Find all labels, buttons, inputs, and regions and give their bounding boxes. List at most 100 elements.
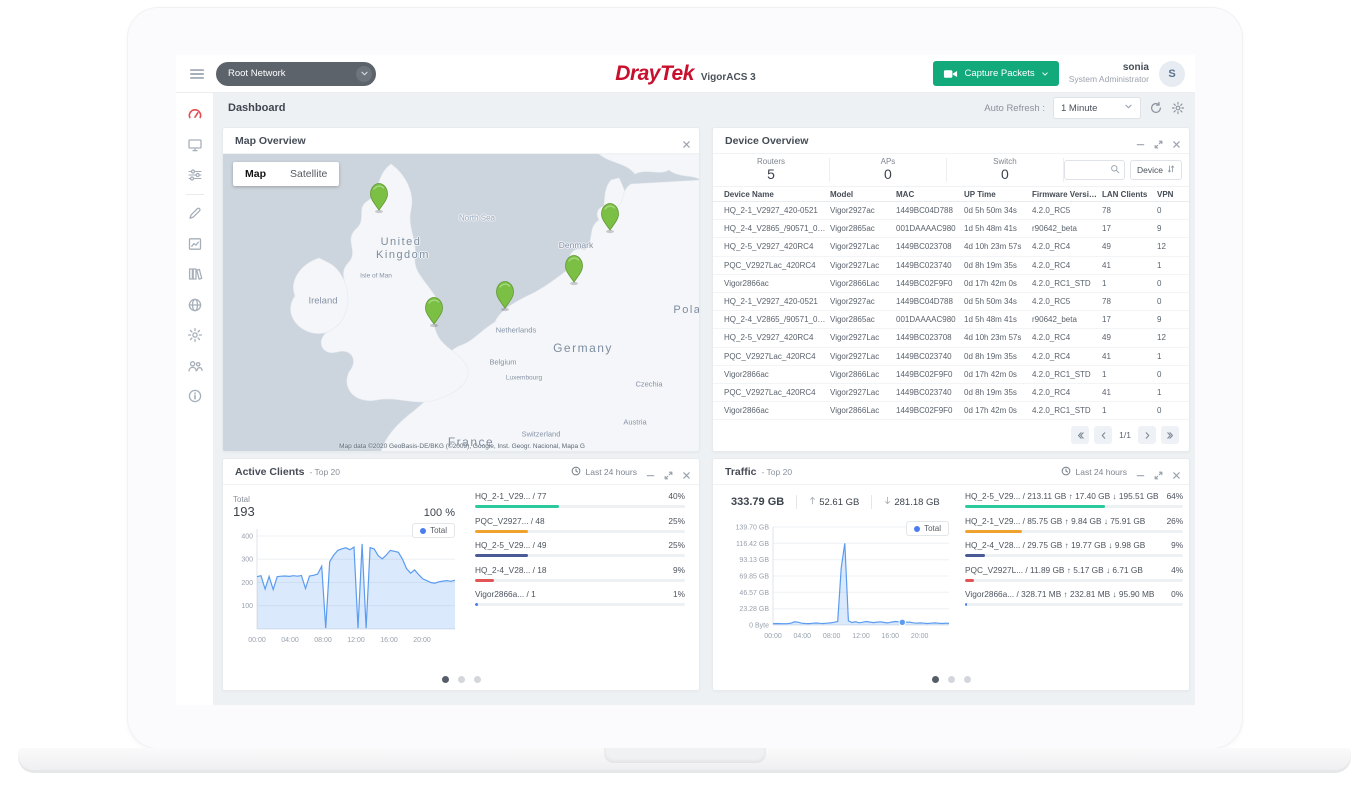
table-cell: 4.2.0_RC4 bbox=[1032, 333, 1102, 342]
arrow-up-icon bbox=[809, 496, 816, 508]
close-icon[interactable] bbox=[1172, 467, 1181, 476]
table-row[interactable]: Vigor2866acVigor2866Lac1449BC02F9F00d 17… bbox=[713, 402, 1189, 420]
device-filter-button[interactable]: Device bbox=[1130, 160, 1182, 180]
traffic-total: 333.79 GB bbox=[729, 496, 796, 508]
table-cell: 0 bbox=[1157, 406, 1190, 415]
device-search-input[interactable] bbox=[1064, 160, 1125, 180]
table-row[interactable]: HQ_2-5_V2927_420RC4Vigor2927Lac1449BC023… bbox=[713, 238, 1189, 256]
toplist-item[interactable]: Vigor2866a... / 1 1% bbox=[475, 589, 685, 606]
prev-page-button[interactable] bbox=[1094, 426, 1112, 444]
table-row[interactable]: Vigor2866acVigor2866Lac1449BC02F9F00d 17… bbox=[713, 275, 1189, 293]
legend-dot bbox=[914, 526, 920, 532]
toplist-percent: 25% bbox=[668, 516, 685, 526]
chart-legend[interactable]: Total bbox=[906, 521, 949, 536]
table-row[interactable]: HQ_2-4_V2865_/90571_0520Vigor2865ac001DA… bbox=[713, 220, 1189, 238]
map-place-label: Czechia bbox=[635, 380, 662, 389]
svg-text:20:00: 20:00 bbox=[911, 633, 929, 640]
auto-refresh-select[interactable]: 1 Minute bbox=[1053, 97, 1141, 119]
table-row[interactable]: PQC_V2927Lac_420RC4Vigor2927Lac1449BC023… bbox=[713, 348, 1189, 366]
column-header[interactable]: Firmware Version bbox=[1032, 190, 1102, 199]
close-icon[interactable] bbox=[682, 467, 691, 476]
minimize-icon[interactable] bbox=[1136, 467, 1145, 476]
table-row[interactable]: HQ_2-4_V2865_/90571_0520Vigor2865ac001DA… bbox=[713, 311, 1189, 329]
expand-icon[interactable] bbox=[1154, 467, 1163, 476]
sidebar-item-network-monitor-icon[interactable] bbox=[187, 137, 203, 153]
column-header[interactable]: MAC bbox=[896, 190, 964, 199]
column-header[interactable]: UP Time bbox=[964, 190, 1032, 199]
toplist-item[interactable]: HQ_2-1_V29... / 85.75 GB ↑ 9.84 GB ↓ 75.… bbox=[965, 516, 1183, 533]
svg-text:23.28 GB: 23.28 GB bbox=[739, 606, 769, 613]
chart-legend[interactable]: Total bbox=[412, 523, 455, 538]
column-header[interactable]: Device Name bbox=[724, 190, 830, 199]
carousel-dot[interactable] bbox=[458, 676, 465, 683]
expand-icon[interactable] bbox=[664, 467, 673, 476]
toplist-item[interactable]: HQ_2-4_V28... / 29.75 GB ↑ 19.77 GB ↓ 9.… bbox=[965, 540, 1183, 557]
expand-icon[interactable] bbox=[1154, 136, 1163, 145]
laptop-notch bbox=[604, 748, 766, 763]
tab-map[interactable]: Map bbox=[233, 162, 278, 186]
table-cell: 1 bbox=[1102, 370, 1157, 379]
sidebar-item-maintenance-wrench-icon[interactable] bbox=[187, 205, 203, 221]
first-page-button[interactable] bbox=[1071, 426, 1089, 444]
search-field[interactable] bbox=[1069, 165, 1110, 176]
toplist-item[interactable]: HQ_2-4_V28... / 18 9% bbox=[475, 565, 685, 582]
table-row[interactable]: PQC_V2927Lac_420RC4Vigor2927Lac1449BC023… bbox=[713, 384, 1189, 402]
table-row[interactable]: Vigor2866acVigor2866Lac1449BC02F9F00d 17… bbox=[713, 366, 1189, 384]
sidebar-item-dashboard-gauge-icon[interactable] bbox=[187, 106, 203, 122]
close-icon[interactable] bbox=[1172, 136, 1181, 145]
table-cell: 4d 10h 23m 57s bbox=[964, 242, 1032, 251]
column-header[interactable]: Model bbox=[830, 190, 896, 199]
sidebar-item-users-icon[interactable] bbox=[187, 358, 203, 374]
toplist-item[interactable]: PQC_V2927L... / 11.89 GB ↑ 5.17 GB ↓ 6.7… bbox=[965, 565, 1183, 582]
last-page-button[interactable] bbox=[1161, 426, 1179, 444]
table-row[interactable]: PQC_V2927Lac_420RC4Vigor2927Lac1449BC023… bbox=[713, 257, 1189, 275]
close-icon[interactable] bbox=[682, 136, 691, 145]
toplist-item[interactable]: HQ_2-5_V29... / 213.11 GB ↑ 17.40 GB ↓ 1… bbox=[965, 491, 1183, 508]
sidebar-item-globe-icon[interactable] bbox=[187, 297, 203, 313]
column-header[interactable]: LAN Clients bbox=[1102, 190, 1157, 199]
table-row[interactable]: HQ_2-1_V2927_420-0521Vigor2927ac1449BC04… bbox=[713, 293, 1189, 311]
toplist-item[interactable]: HQ_2-1_V29... / 77 40% bbox=[475, 491, 685, 508]
column-header[interactable]: VPN bbox=[1157, 190, 1190, 199]
table-cell: 4d 10h 23m 57s bbox=[964, 333, 1032, 342]
toplist-bar-track bbox=[475, 530, 685, 533]
map-place-label: Ireland bbox=[308, 296, 337, 307]
minimize-icon[interactable] bbox=[646, 467, 655, 476]
carousel-dot[interactable] bbox=[932, 676, 939, 683]
time-range: Last 24 hours bbox=[571, 466, 637, 478]
gear-icon[interactable] bbox=[1171, 101, 1185, 115]
minimize-icon[interactable] bbox=[1136, 136, 1145, 145]
table-cell: 12 bbox=[1157, 333, 1190, 342]
network-selector[interactable]: Root Network bbox=[216, 62, 376, 86]
map-type-toggle: Map Satellite bbox=[233, 162, 339, 186]
menu-icon[interactable] bbox=[188, 65, 206, 83]
capture-packets-button[interactable]: Capture Packets bbox=[933, 61, 1058, 86]
carousel-dot[interactable] bbox=[964, 676, 971, 683]
table-row[interactable]: HQ_2-1_V2927_420-0521Vigor2927ac1449BC04… bbox=[713, 202, 1189, 220]
toplist-item[interactable]: HQ_2-5_V29... / 49 25% bbox=[475, 540, 685, 557]
avatar[interactable]: S bbox=[1159, 61, 1185, 87]
toplist-item[interactable]: PQC_V2927... / 48 25% bbox=[475, 516, 685, 533]
carousel-dot[interactable] bbox=[948, 676, 955, 683]
panel-title: Map Overview bbox=[235, 135, 306, 147]
map[interactable]: Map Satellite North SeaUnitedKingdomIsle… bbox=[223, 154, 700, 452]
page: Root Network DrayTek VigorACS 3 Capture … bbox=[0, 0, 1369, 789]
sidebar-item-sliders-icon[interactable] bbox=[187, 167, 203, 183]
next-page-button[interactable] bbox=[1138, 426, 1156, 444]
sidebar-item-system-gear-icon[interactable] bbox=[187, 327, 203, 343]
tab-satellite[interactable]: Satellite bbox=[278, 162, 339, 186]
svg-text:12:00: 12:00 bbox=[852, 633, 870, 640]
toplist-item[interactable]: Vigor2866a... / 328.71 MB ↑ 232.81 MB ↓ … bbox=[965, 589, 1183, 606]
toplist-bar bbox=[475, 579, 494, 582]
refresh-icon[interactable] bbox=[1149, 101, 1163, 115]
table-row[interactable]: HQ_2-5_V2927_420RC4Vigor2927Lac1449BC023… bbox=[713, 329, 1189, 347]
map-place-label: Isle of Man bbox=[360, 273, 392, 280]
sidebar-item-reports-icon[interactable] bbox=[187, 236, 203, 252]
svg-text:04:00: 04:00 bbox=[281, 637, 299, 644]
stat-value: 0 bbox=[830, 167, 946, 182]
sidebar-item-about-info-icon[interactable] bbox=[187, 388, 203, 404]
carousel-dot[interactable] bbox=[474, 676, 481, 683]
sidebar-item-library-icon[interactable] bbox=[187, 266, 203, 282]
stat-value: 0 bbox=[947, 167, 1063, 182]
carousel-dot[interactable] bbox=[442, 676, 449, 683]
